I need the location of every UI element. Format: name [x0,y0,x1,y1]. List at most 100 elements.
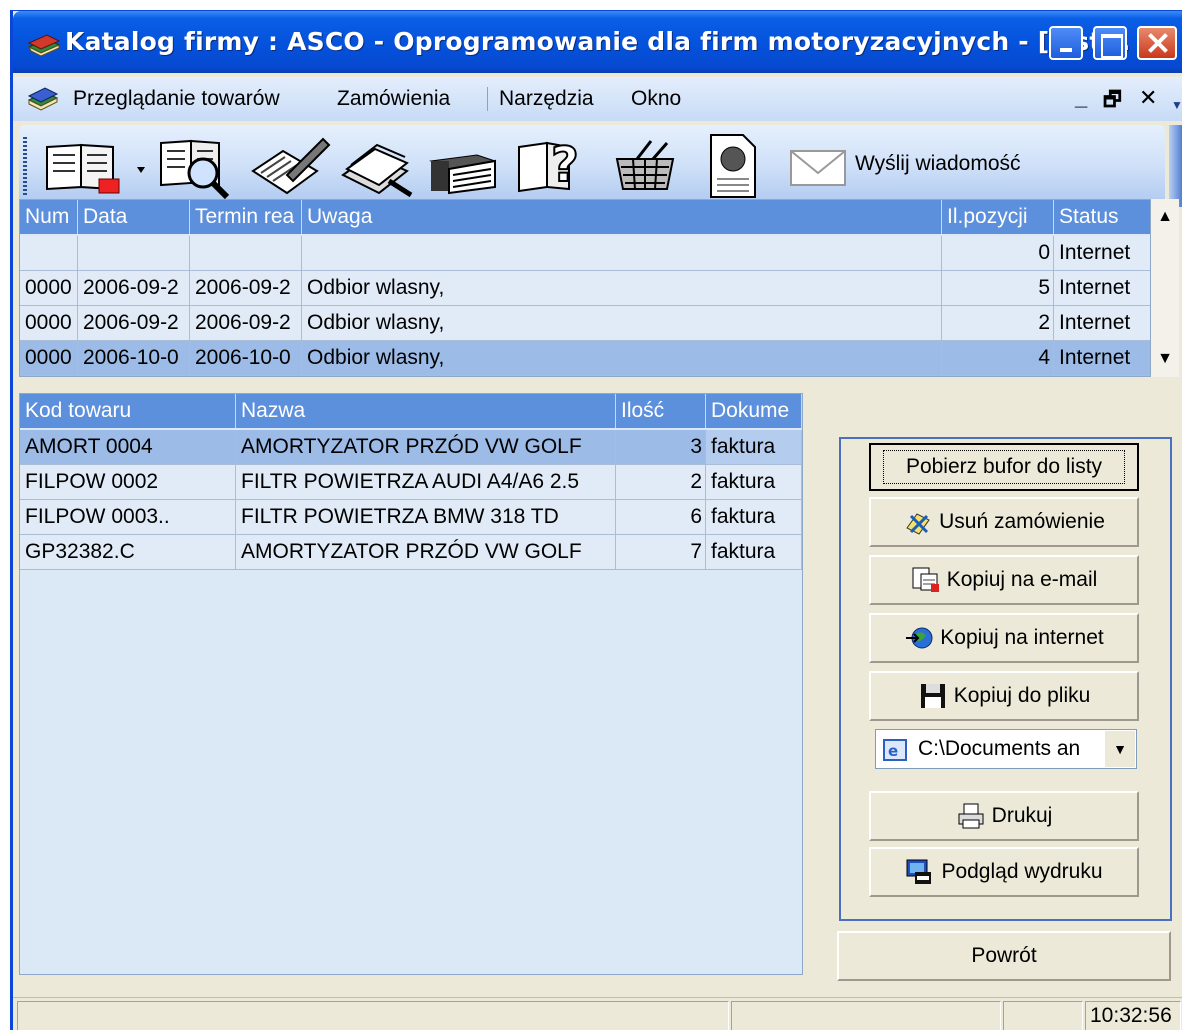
status-time: 10:32:56 [1085,1001,1181,1030]
documents-icon[interactable] [337,131,417,201]
print-preview-button[interactable]: Podgląd wydruku [869,847,1139,897]
cell-data: 2006-09-2 [78,271,190,306]
table-row[interactable]: FILPOW 0003.. FILTR POWIETRZA BMW 318 TD… [20,500,802,535]
cell-nazwa: FILTR POWIETRZA AUDI A4/A6 2.5 [236,465,616,500]
menu-bar: Przeglądanie towarów Zamówienia Narzędzi… [13,77,1182,121]
table-row-selected[interactable]: 0000 2006-10-0 2006-10-0 Odbior wlasny, … [20,341,1150,376]
cell-kod: AMORT 0004 [20,430,236,465]
cell-data: 2006-09-2 [78,306,190,341]
scroll-down-icon[interactable]: ▼ [1151,343,1179,375]
books-stack-icon[interactable] [425,131,501,201]
copy-internet-button[interactable]: Kopiuj na internet [869,613,1139,663]
globe-icon [904,624,934,652]
col-kod-towaru[interactable]: Kod towaru [20,394,236,428]
minimize-button[interactable] [1049,26,1083,60]
copy-file-button[interactable]: Kopiuj do pliku [869,671,1139,721]
cell-il-pozycji: 5 [942,271,1054,306]
cell-ilosc: 2 [616,465,706,500]
menu-separator [487,87,488,111]
menu-narzedzia[interactable]: Narzędzia [499,77,594,121]
back-button[interactable]: Powrót [837,931,1171,981]
book-search-icon[interactable] [157,131,237,201]
cell-dokument: faktura [706,465,802,500]
path-value: C:\Documents an [918,737,1081,760]
mdi-close-button[interactable]: ✕ [1139,85,1157,111]
fetch-buffer-label: Pobierz bufor do listy [882,450,1126,484]
table-row-selected[interactable]: AMORT 0004 AMORTYZATOR PRZÓD VW GOLF 3 f… [20,430,802,465]
cell-nazwa: FILTR POWIETRZA BMW 318 TD [236,500,616,535]
send-message-label[interactable]: Wyślij wiadomość [855,152,1021,176]
cell-dokument: faktura [706,535,802,570]
menu-przegladanie-towarow[interactable]: Przeglądanie towarów [73,77,280,121]
copy-email-button[interactable]: Kopiuj na e-mail [869,555,1139,605]
table-row[interactable]: 0000 2006-09-2 2006-09-2 Odbior wlasny, … [20,271,1150,306]
scroll-up-icon[interactable]: ▲ [1151,201,1179,233]
cell-termin: 2006-10-0 [190,341,302,376]
menu-zamowienia[interactable]: Zamówienia [337,77,450,121]
col-status[interactable]: Status [1054,200,1150,234]
col-nazwa[interactable]: Nazwa [236,394,616,428]
table-row[interactable]: 0000 2006-09-2 2006-09-2 Odbior wlasny, … [20,306,1150,341]
status-panel-2 [731,1001,1001,1030]
table-row[interactable]: GP32382.C AMORTYZATOR PRZÓD VW GOLF 7 fa… [20,535,802,570]
title-bar[interactable]: Katalog firmy : ASCO - Oprogramowanie dl… [13,11,1182,73]
path-combobox[interactable]: e C:\Documents an ▼ [875,729,1137,769]
cell-kod: GP32382.C [20,535,236,570]
help-icon[interactable]: ? [513,131,593,201]
print-preview-label: Podgląd wydruku [941,860,1103,883]
copy-internet-label: Kopiuj na internet [940,626,1104,649]
printer-icon [956,802,986,830]
col-dokument[interactable]: Dokume [706,394,802,428]
cell-data: 2006-10-0 [78,341,190,376]
notes-edit-icon[interactable] [247,131,331,201]
books-menu-icon [27,86,61,118]
cell-num [20,236,78,271]
toolbar-grip[interactable] [23,137,27,197]
mdi-minimize-button[interactable]: _ [1075,85,1087,111]
status-bar: 10:32:56 [13,997,1182,1030]
copy-email-label: Kopiuj na e-mail [946,568,1098,591]
maximize-button[interactable] [1093,26,1127,60]
cell-num: 0000 [20,271,78,306]
cell-kod: FILPOW 0002 [20,465,236,500]
cell-nazwa: AMORTYZATOR PRZÓD VW GOLF [236,430,616,465]
col-il-pozycji[interactable]: Il.pozycji [942,200,1054,234]
table-row[interactable]: FILPOW 0002 FILTR POWIETRZA AUDI A4/A6 2… [20,465,802,500]
col-uwaga[interactable]: Uwaga [302,200,942,234]
col-termin[interactable]: Termin rea [190,200,302,234]
toolbar-overflow[interactable] [1169,125,1182,207]
delete-order-button[interactable]: Usuń zamówienie [869,497,1139,547]
catalog-search-icon[interactable] [41,131,151,201]
chevron-down-icon[interactable]: ▼ [1171,99,1182,111]
fetch-buffer-button[interactable]: Pobierz bufor do listy [869,443,1139,491]
window-title: Katalog firmy : ASCO - Oprogramowanie dl… [65,27,1131,56]
mdi-restore-button[interactable]: 🗗 [1103,85,1122,119]
cell-nazwa: AMORTYZATOR PRZÓD VW GOLF [236,535,616,570]
close-button[interactable] [1137,26,1177,60]
dropdown-arrow-icon[interactable]: ▼ [1105,731,1135,767]
cell-termin: 2006-09-2 [190,306,302,341]
delete-order-label: Usuń zamówienie [939,510,1105,533]
document-globe-icon[interactable] [703,131,763,201]
menu-okno[interactable]: Okno [631,77,681,121]
table-row[interactable]: 0 Internet [20,236,1150,271]
orders-grid: Num Data Termin rea Uwaga Il.pozycji Sta… [19,199,1151,377]
col-data[interactable]: Data [78,200,190,234]
cell-il-pozycji: 4 [942,341,1054,376]
items-grid: Kod towaru Nazwa Ilość Dokume AMORT 0004… [19,393,803,975]
items-header: Kod towaru Nazwa Ilość Dokume [20,394,802,428]
cell-dokument: faktura [706,500,802,535]
cell-status: Internet [1054,271,1150,306]
cell-ilosc: 7 [616,535,706,570]
col-ilosc[interactable]: Ilość [616,394,706,428]
cell-uwaga [302,236,942,271]
basket-icon[interactable] [607,131,687,201]
cell-termin: 2006-09-2 [190,271,302,306]
orders-scrollbar[interactable]: ▲ ▼ [1151,199,1179,377]
status-panel-3 [1003,1001,1083,1030]
delete-order-icon [903,508,933,536]
print-button[interactable]: Drukuj [869,791,1139,841]
col-num[interactable]: Num [20,200,78,234]
cell-status: Internet [1054,341,1150,376]
email-copy-icon [911,566,941,594]
